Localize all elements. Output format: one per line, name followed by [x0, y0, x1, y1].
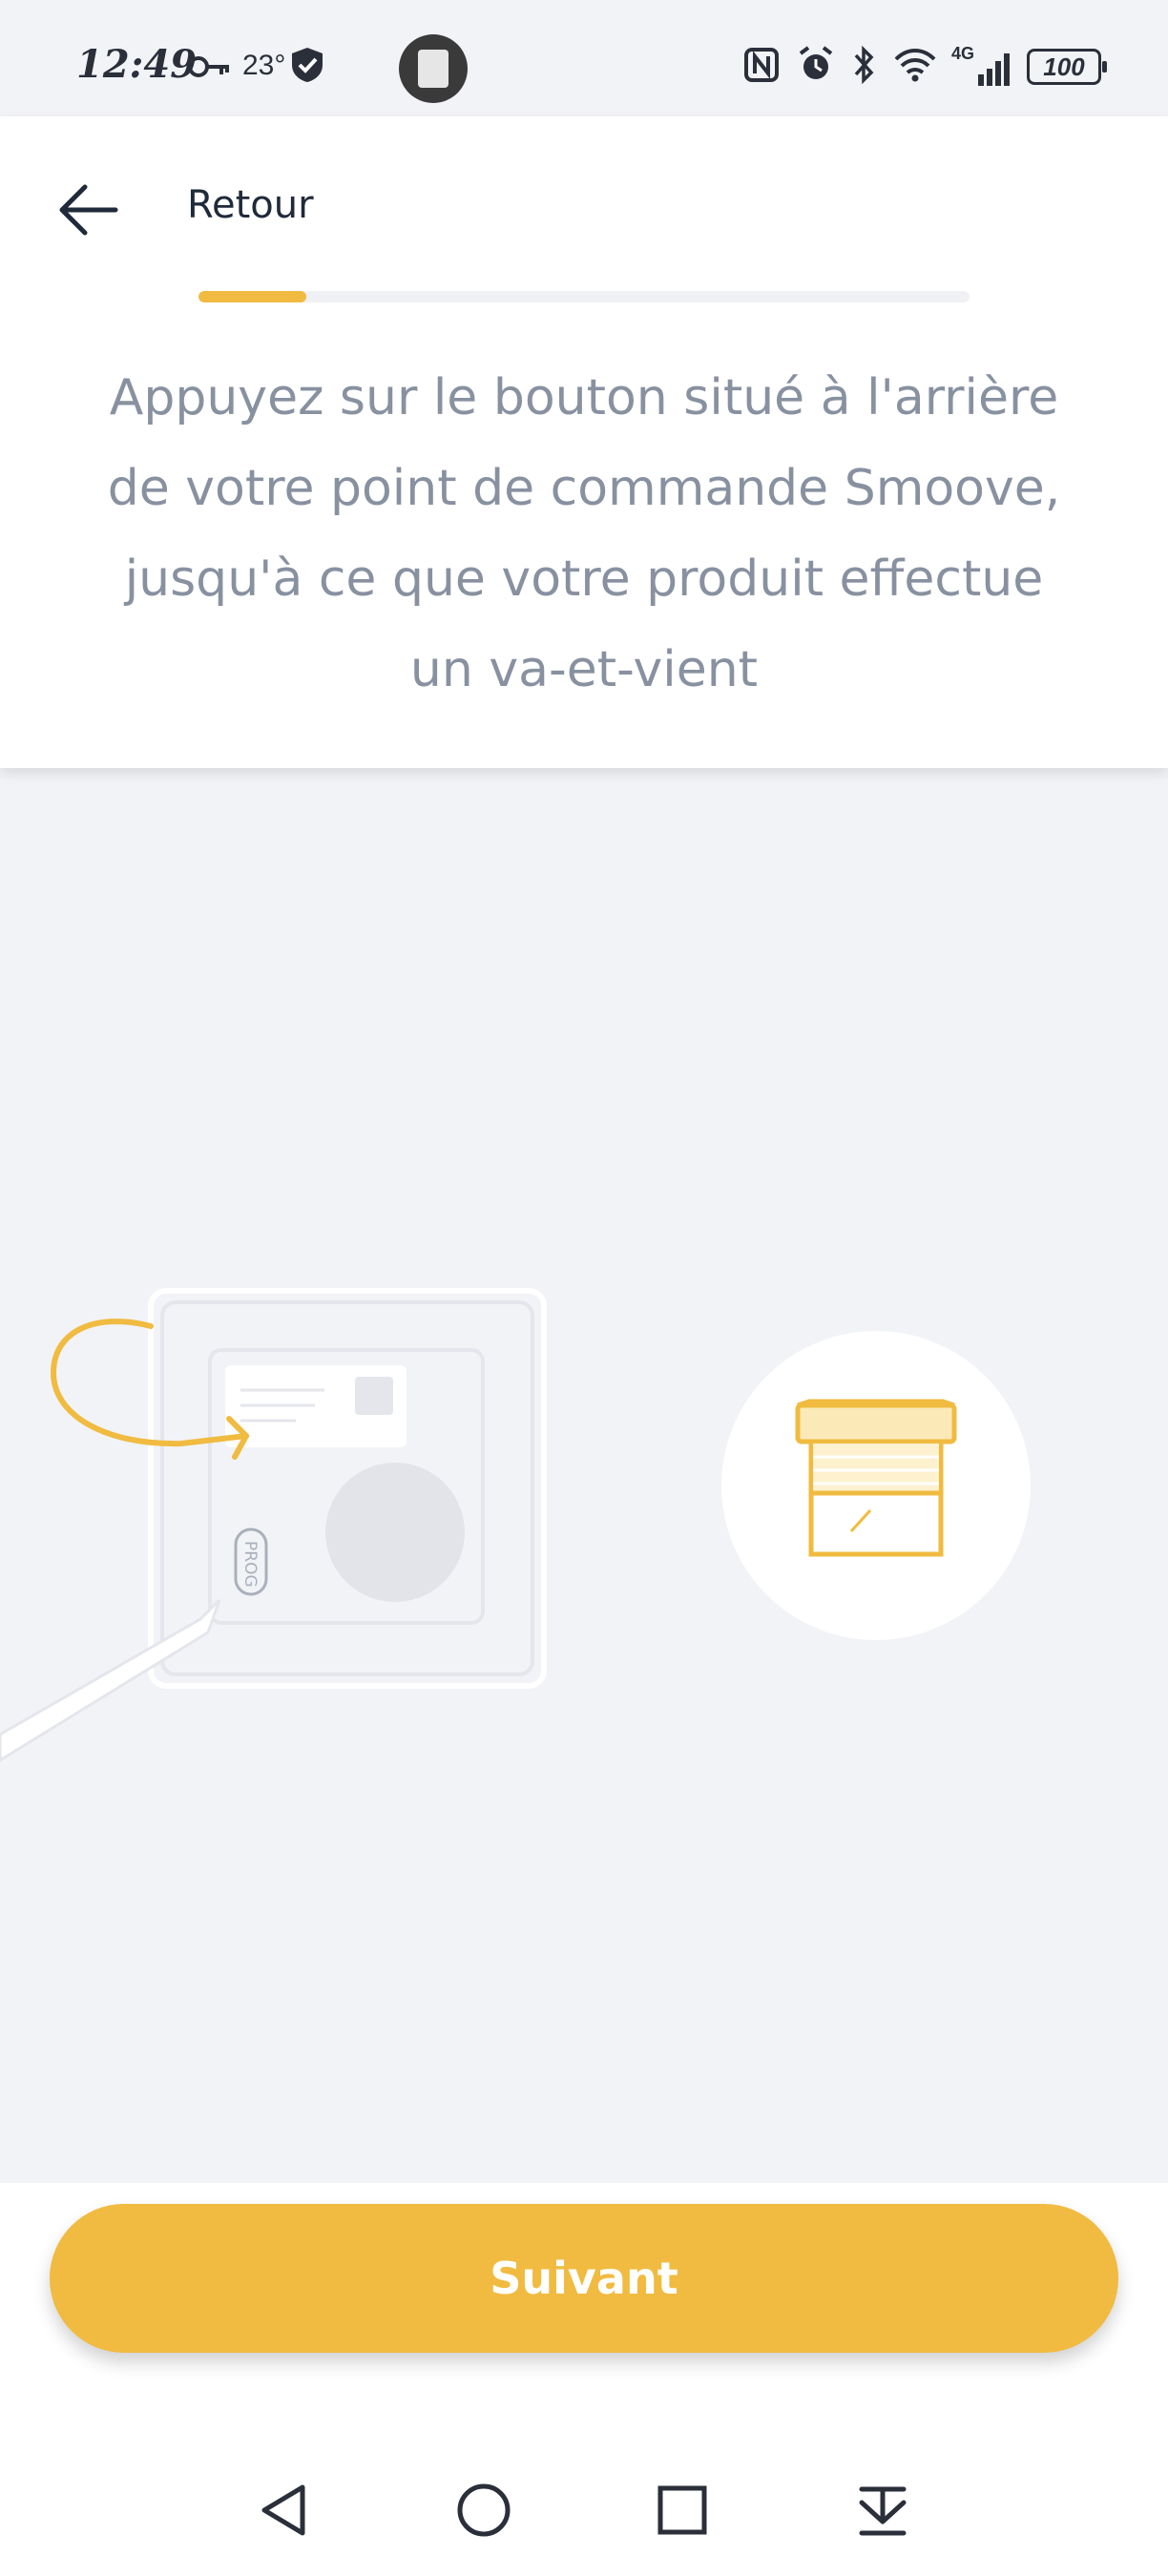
key-icon [187, 53, 233, 84]
bluetooth-icon [852, 45, 877, 88]
prog-label: PROG [240, 1541, 260, 1588]
status-right-icons: 4G 100 [743, 44, 1107, 88]
nfc-icon [743, 47, 780, 87]
footer: Suivant [0, 2183, 1168, 2576]
nav-home-button[interactable] [441, 2469, 527, 2555]
step-progress-fill [198, 291, 307, 302]
home-circle-icon [455, 2482, 512, 2543]
nav-notifications-button[interactable] [840, 2469, 926, 2555]
notification-app-icon [399, 34, 468, 103]
alarm-icon [797, 46, 835, 88]
prog-button-icon: PROG [234, 1527, 268, 1596]
notification-pull-icon [858, 2483, 907, 2541]
instruction-header: Retour Appuyez sur le bouton situé à l'a… [0, 116, 1168, 768]
battery-level: 100 [1043, 52, 1085, 81]
nav-recents-button[interactable] [639, 2469, 725, 2555]
wifi-icon [894, 46, 936, 88]
step-progress-bar [198, 291, 970, 302]
next-button[interactable]: Suivant [50, 2204, 1118, 2353]
nav-back-button[interactable] [240, 2469, 326, 2555]
recents-square-icon [656, 2483, 709, 2541]
status-bar: 12:49 23° 4G 100 [0, 0, 1168, 116]
status-time: 12:49 [76, 42, 198, 87]
back-label[interactable]: Retour [187, 183, 314, 227]
instruction-text: Appuyez sur le bouton situé à l'arrière … [107, 369, 1061, 698]
signal-icon: 4G [951, 44, 1010, 86]
battery-icon: 100 [1027, 49, 1107, 85]
stylus-icon [0, 1598, 221, 1762]
network-type-label: 4G [951, 44, 975, 63]
blind-product-icon [721, 1331, 1031, 1640]
shield-check-icon [288, 46, 326, 88]
back-triangle-icon [257, 2482, 310, 2543]
back-button[interactable] [50, 174, 126, 250]
arrow-left-icon [56, 183, 119, 240]
system-navigation-bar [0, 2469, 1168, 2576]
pairing-illustration: PROG [0, 768, 1168, 2180]
status-temperature: 23° [242, 50, 286, 81]
